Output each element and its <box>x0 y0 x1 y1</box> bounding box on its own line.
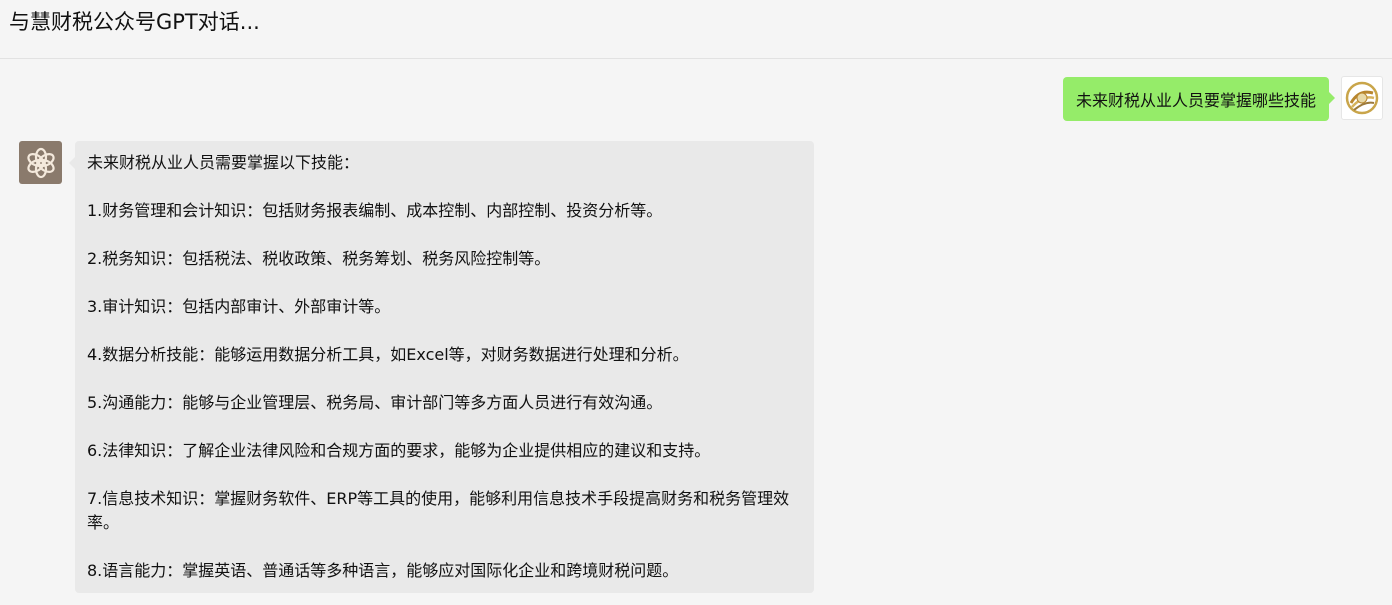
chat-title: 与慧财税公众号GPT对话... <box>9 10 260 34</box>
bot-list-item: 8.语言能力：掌握英语、普通话等多种语言，能够应对国际化企业和跨境财税问题。 <box>87 561 679 580</box>
chat-header: 与慧财税公众号GPT对话... <box>0 0 1392 59</box>
bot-list-item: 2.税务知识：包括税法、税收政策、税务筹划、税务风险控制等。 <box>87 249 551 268</box>
user-message-row: 未来财税从业人员要掌握哪些技能 <box>1062 76 1383 122</box>
bot-list-item: 7.信息技术知识：掌握财务软件、ERP等工具的使用，能够利用信息技术手段提高财务… <box>87 489 790 532</box>
bot-list-item: 3.审计知识：包括内部审计、外部审计等。 <box>87 297 391 316</box>
bot-list-item: 5.沟通能力：能够与企业管理层、税务局、审计部门等多方面人员进行有效沟通。 <box>87 393 663 412</box>
bot-list-item: 4.数据分析技能：能够运用数据分析工具，如Excel等，对财务数据进行处理和分析… <box>87 345 689 364</box>
user-avatar[interactable] <box>1341 76 1383 120</box>
gold-swirl-logo-icon <box>1345 81 1379 115</box>
user-message-bubble[interactable]: 未来财税从业人员要掌握哪些技能 <box>1062 77 1336 121</box>
bot-avatar[interactable] <box>19 141 62 184</box>
openai-logo-icon <box>26 147 55 178</box>
bot-list-item: 6.法律知识：了解企业法律风险和合规方面的要求，能够为企业提供相应的建议和支持。 <box>87 441 711 460</box>
bot-message-bubble[interactable]: 未来财税从业人员需要掌握以下技能： 1.财务管理和会计知识：包括财务报表编制、成… <box>69 141 814 593</box>
bot-list-item: 1.财务管理和会计知识：包括财务报表编制、成本控制、内部控制、投资分析等。 <box>87 201 663 220</box>
bot-intro: 未来财税从业人员需要掌握以下技能： <box>87 153 360 172</box>
